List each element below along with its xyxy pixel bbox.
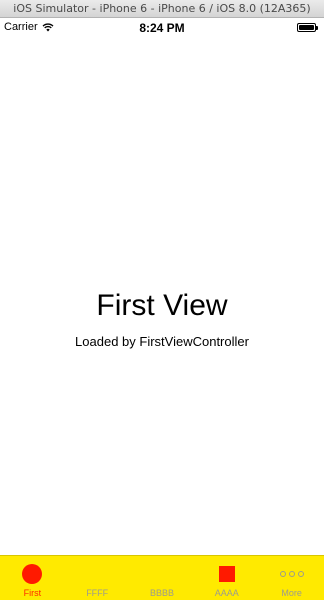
status-bar: Carrier 8:24 PM [0, 18, 324, 38]
tab-more[interactable]: More [259, 556, 324, 600]
tab-label: AAAA [214, 588, 239, 598]
tab-ffff[interactable]: FFFF [65, 556, 130, 600]
more-icon [279, 571, 304, 577]
tab-bbbb[interactable]: BBBB [130, 556, 195, 600]
circle-icon [22, 564, 43, 584]
square-icon [218, 566, 235, 582]
tab-label: First [23, 588, 42, 598]
view-subtitle: Loaded by FirstViewController [75, 334, 249, 349]
battery-icon [297, 23, 318, 32]
first-view: First View Loaded by FirstViewController [0, 38, 324, 556]
tab-label: More [281, 588, 302, 598]
tab-bar: First FFFF BBBB AAAA More [0, 555, 324, 600]
tab-label: BBBB [149, 588, 174, 598]
view-title: First View [96, 289, 228, 322]
tab-label: FFFF [86, 588, 109, 598]
simulator-window: iOS Simulator - iPhone 6 - iPhone 6 / iO… [0, 0, 324, 600]
simulator-title-bar: iOS Simulator - iPhone 6 - iPhone 6 / iO… [0, 0, 324, 18]
tab-first[interactable]: First [0, 556, 65, 600]
status-time: 8:24 PM [139, 21, 185, 35]
tab-aaaa[interactable]: AAAA [194, 556, 259, 600]
